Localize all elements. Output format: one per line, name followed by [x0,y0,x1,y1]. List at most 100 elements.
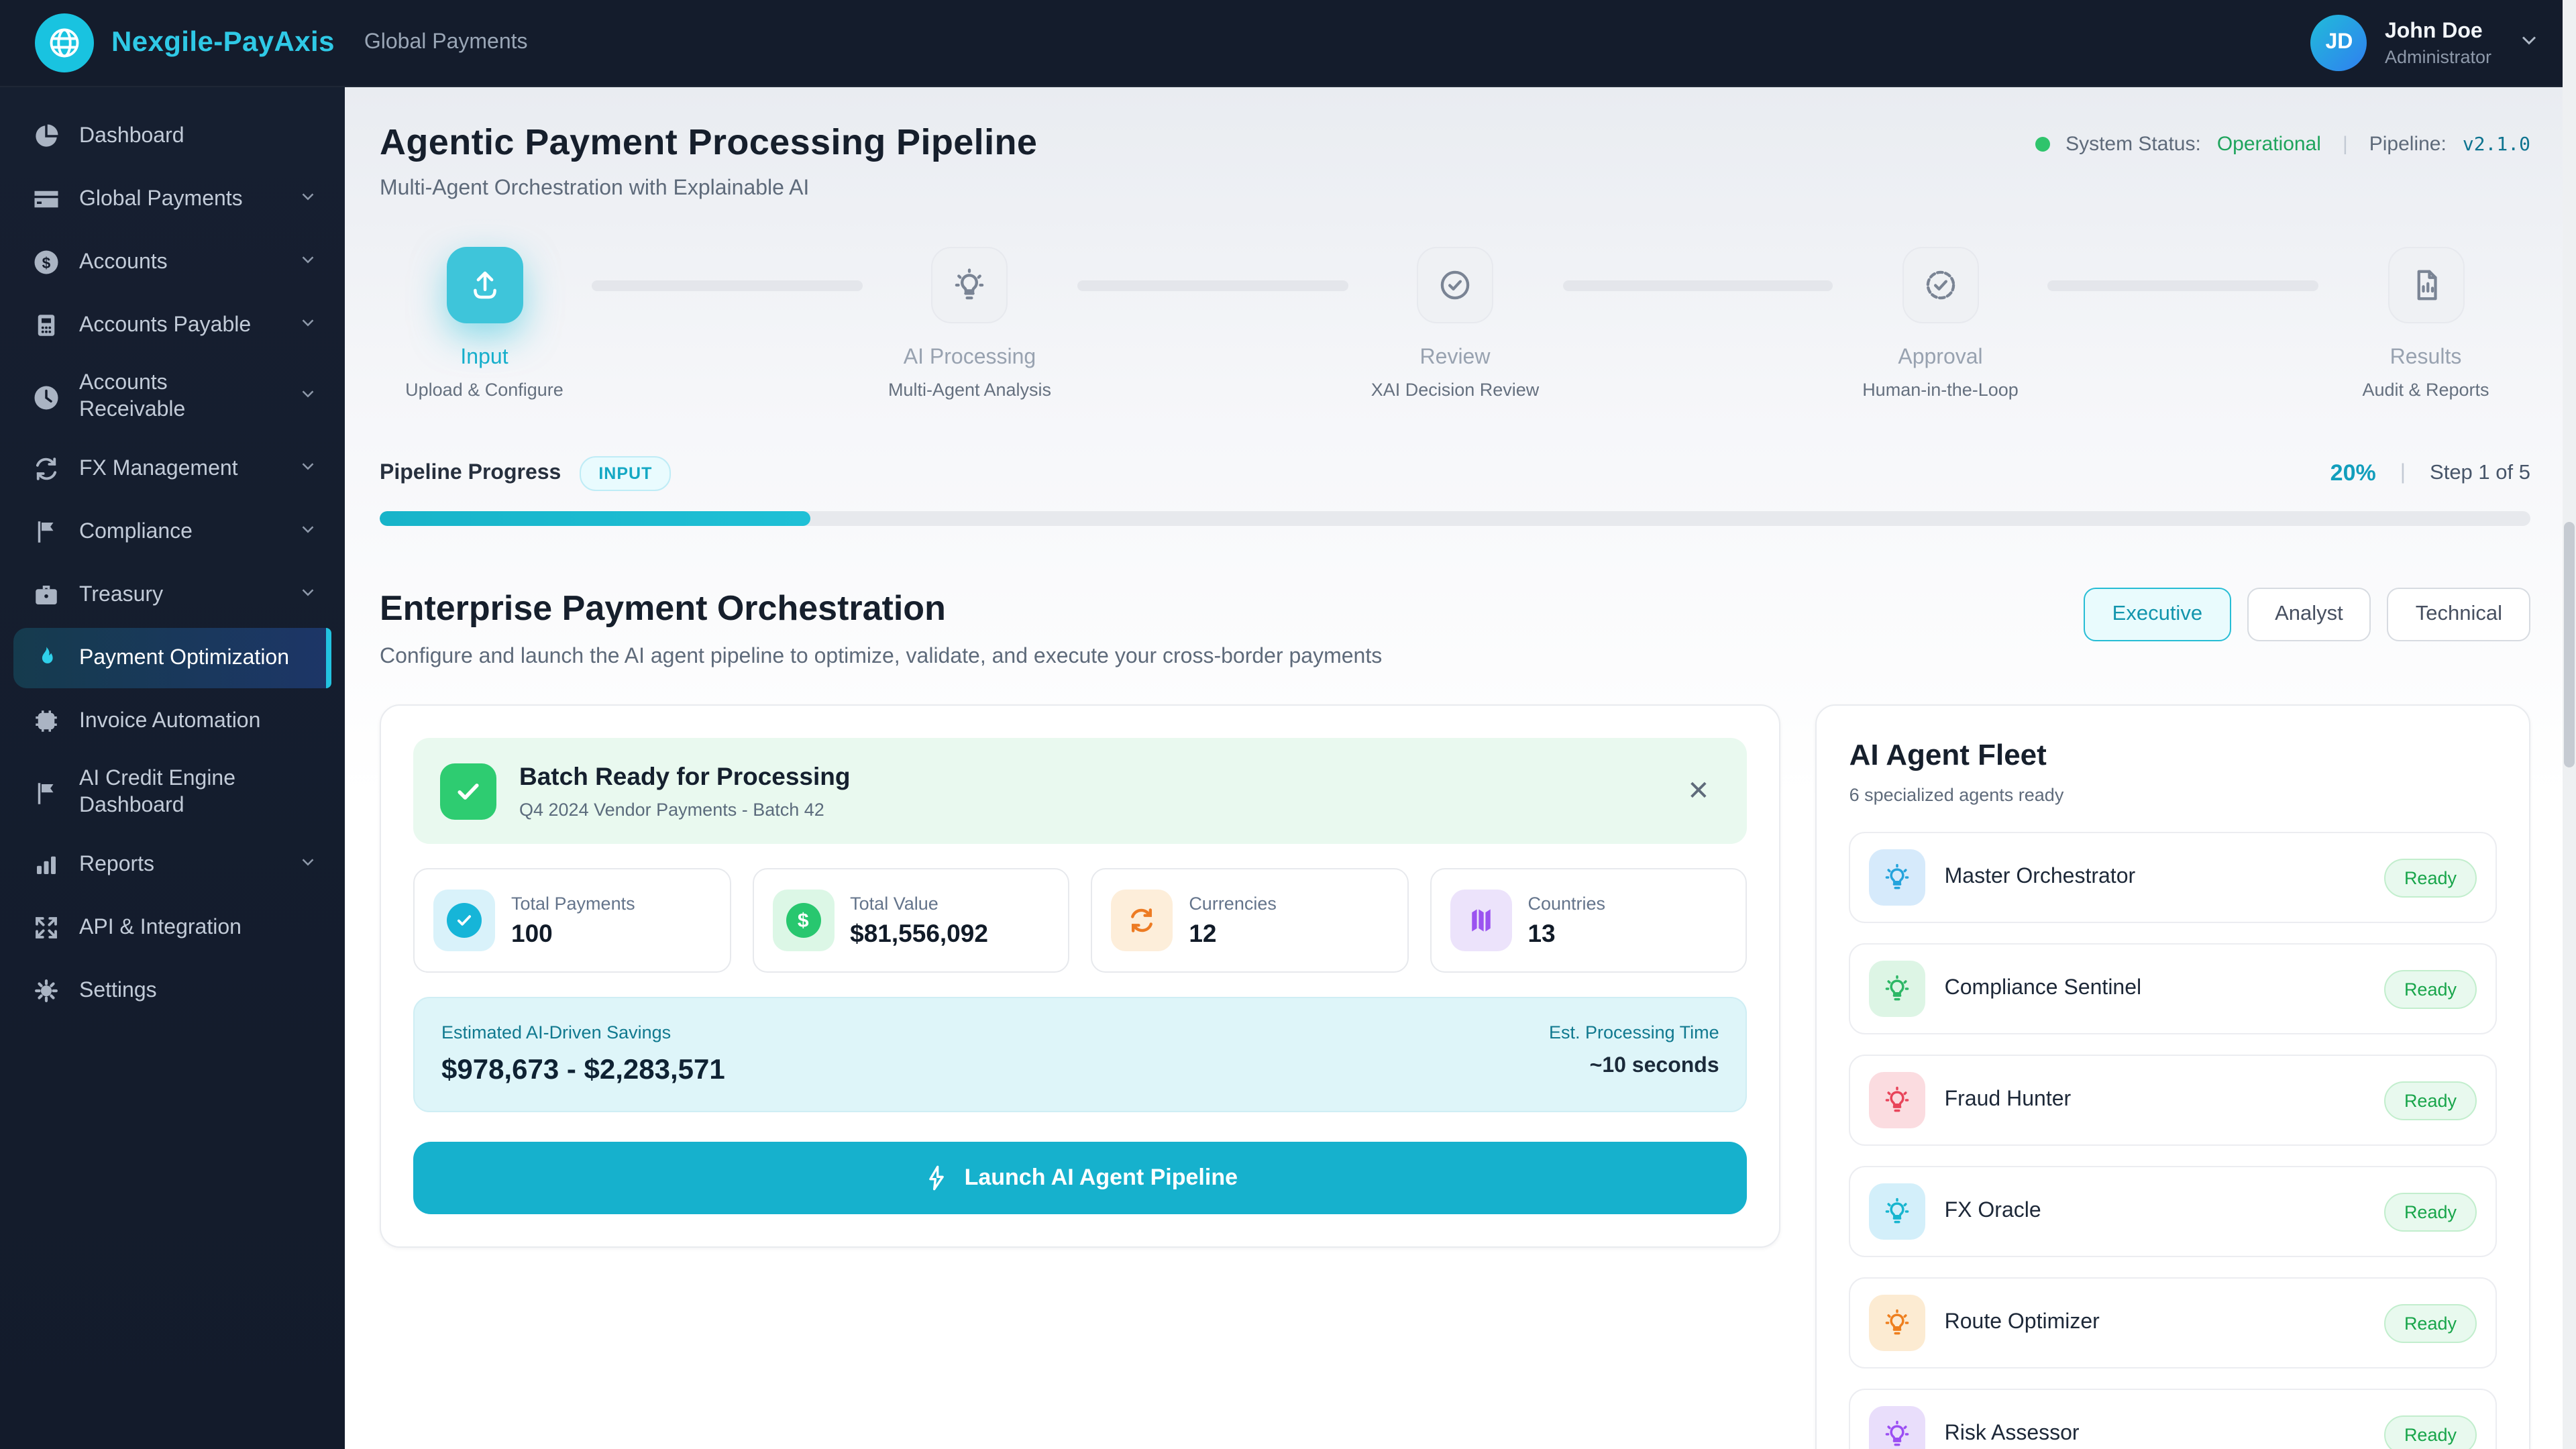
divider: | [2400,462,2406,484]
sidebar-item-payment-optimization[interactable]: Payment Optimization [13,628,331,688]
stat-total-value: $ Total Value $81,556,092 [752,868,1070,973]
sidebar-item-api-integration[interactable]: API & Integration [13,898,331,958]
status-badge: Ready [2383,1415,2477,1449]
view-tabs: Executive Analyst Technical [2084,588,2530,641]
sidebar-item-compliance[interactable]: Compliance [13,502,331,562]
clock-icon [32,383,60,411]
sidebar-item-ai-credit-engine[interactable]: AI Credit Engine Dashboard [13,754,331,832]
sidebar-item-settings[interactable]: Settings [13,961,331,1021]
top-header: Nexgile-PayAxis Global Payments JD John … [0,0,2576,87]
sidebar-item-accounts-receivable[interactable]: Accounts Receivable [13,358,331,436]
step-connector [1077,280,1348,291]
dollar-circle-icon: $ [772,890,835,951]
expand-arrows-icon [32,914,60,942]
progress-percent: 20% [2330,460,2376,486]
scrollbar-track[interactable] [2563,0,2576,1449]
chevron-down-icon [298,384,318,411]
chevron-down-icon [298,312,318,339]
sidebar-item-dashboard[interactable]: Dashboard [13,106,331,166]
credit-card-icon [32,185,60,213]
flag-icon [32,518,60,546]
sidebar-item-global-payments[interactable]: Global Payments [13,169,331,229]
sidebar-item-accounts[interactable]: $ Accounts [13,232,331,292]
main-content: Agentic Payment Processing Pipeline Mult… [345,87,2576,1449]
status-badge: Ready [2383,1192,2477,1231]
progress-track [380,511,2530,526]
step-input[interactable]: Input Upload & Configure [396,247,573,400]
tab-analyst[interactable]: Analyst [2247,588,2371,641]
exchange-icon [1111,890,1173,951]
divider: | [2342,133,2348,156]
brand: Nexgile-PayAxis Global Payments [35,13,528,72]
agent-row-compliance-sentinel[interactable]: Compliance Sentinel Ready [1849,943,2497,1034]
briefcase-icon [32,581,60,609]
sidebar-item-reports[interactable]: Reports [13,835,331,895]
page-title: Agentic Payment Processing Pipeline [380,122,1038,162]
progress-fill [380,511,810,526]
chevron-down-icon [298,455,318,482]
status-dot-icon [2035,137,2050,152]
brand-suffix: Global Payments [364,31,528,54]
ai-agent-fleet-card: AI Agent Fleet 6 specialized agents read… [1815,704,2530,1449]
chevron-down-icon[interactable] [2517,28,2541,58]
calculator-icon [32,311,60,339]
check-circle-icon [433,890,495,951]
system-status-value: Operational [2216,133,2321,156]
chip-icon [32,707,60,735]
step-approval[interactable]: Approval Human-in-the-Loop [1852,247,2029,400]
agent-row-route-optimizer[interactable]: Route Optimizer Ready [1849,1277,2497,1368]
chevron-down-icon [298,519,318,545]
pipeline-version: v2.1.0 [2462,133,2530,155]
scrollbar-thumb[interactable] [2564,521,2575,768]
agent-row-risk-assessor[interactable]: Risk Assessor Ready [1849,1389,2497,1449]
step-ai-processing[interactable]: AI Processing Multi-Agent Analysis [881,247,1059,400]
upload-icon [446,247,523,323]
stat-total-payments: Total Payments 100 [413,868,731,973]
status-badge: Ready [2383,1303,2477,1342]
step-results[interactable]: Results Audit & Reports [2337,247,2514,400]
fleet-subtitle: 6 specialized agents ready [1849,785,2064,805]
tab-executive[interactable]: Executive [2084,588,2231,641]
stat-currencies: Currencies 12 [1091,868,1409,973]
avatar: JD [2310,15,2367,71]
app-root: Nexgile-PayAxis Global Payments JD John … [0,0,2576,1449]
lightning-icon [923,1165,950,1191]
globe-logo-icon [35,13,94,72]
step-connector [1562,280,1833,291]
user-menu[interactable]: JD John Doe Administrator [2310,15,2541,71]
tab-technical[interactable]: Technical [2387,588,2530,641]
svg-text:$: $ [42,254,51,272]
agent-row-master-orchestrator[interactable]: Master Orchestrator Ready [1849,832,2497,923]
sidebar-item-accounts-payable[interactable]: Accounts Payable [13,295,331,356]
system-status-label: System Status: [2065,133,2201,156]
system-status-bar: System Status: Operational | Pipeline: v… [2035,133,2530,156]
check-icon [440,763,496,819]
close-icon[interactable]: ✕ [1676,769,1721,813]
progress-label: Pipeline Progress [380,462,561,484]
sidebar-nav: Dashboard Global Payments $ Accounts Acc… [0,87,345,1449]
sidebar-item-treasury[interactable]: Treasury [13,565,331,625]
stat-countries: Countries 13 [1430,868,1748,973]
step-connector [2047,280,2318,291]
flame-icon [32,644,60,672]
lightbulb-icon [1869,1183,1926,1240]
sidebar-item-invoice-automation[interactable]: Invoice Automation [13,691,331,751]
lightbulb-icon [1869,1406,1926,1449]
agent-row-fraud-hunter[interactable]: Fraud Hunter Ready [1849,1055,2497,1146]
pipeline-label: Pipeline: [2369,133,2447,156]
chevron-down-icon [298,186,318,213]
step-review[interactable]: Review XAI Decision Review [1366,247,1544,400]
sidebar-item-fx-management[interactable]: FX Management [13,439,331,499]
processing-time-value: ~10 seconds [1589,1055,1719,1077]
agent-row-fx-oracle[interactable]: FX Oracle Ready [1849,1166,2497,1257]
lightbulb-icon [1869,961,1926,1017]
launch-pipeline-button[interactable]: Launch AI Agent Pipeline [413,1142,1748,1214]
step-connector [592,280,863,291]
banner-title: Batch Ready for Processing [519,762,851,790]
chevron-down-icon [298,851,318,878]
status-badge: Ready [2383,969,2477,1008]
brand-name: Nexgile-PayAxis [111,27,335,58]
batch-config-card: Batch Ready for Processing Q4 2024 Vendo… [380,704,1781,1248]
dollar-circle-icon: $ [32,248,60,276]
pipeline-progress: Pipeline Progress INPUT 20% | Step 1 of … [380,456,2530,526]
